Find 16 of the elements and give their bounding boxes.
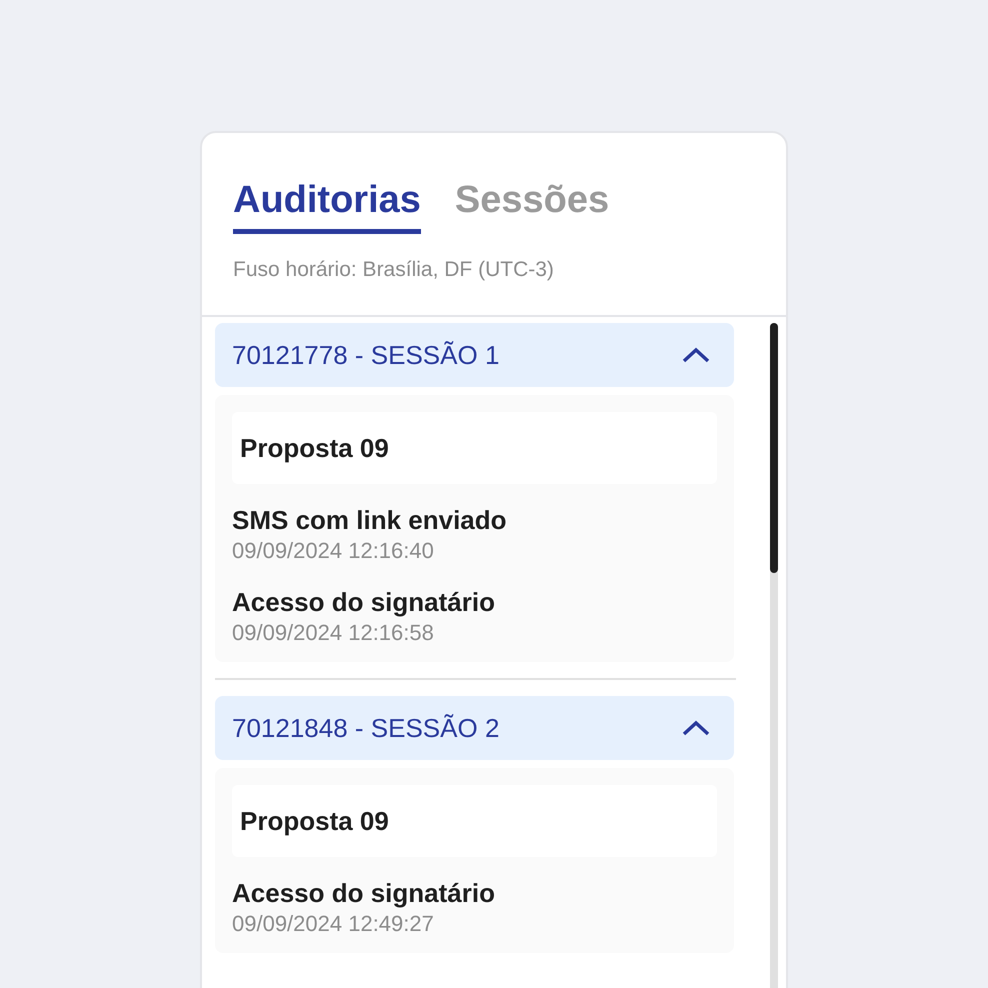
session-header[interactable]: 70121778 - SESSÃO 1 — [215, 323, 734, 388]
tab[interactable]: Auditorias — [233, 179, 421, 234]
event-time: 09/09/2024 12:16:40 — [232, 537, 435, 566]
session-header[interactable]: 70121848 - SESSÃO 2 — [215, 696, 734, 760]
scrollbar-thumb[interactable] — [770, 323, 778, 574]
event-title: Acesso do signatário — [232, 586, 496, 618]
scrollbar-track[interactable] — [770, 323, 778, 988]
chevron-up-icon — [682, 347, 710, 364]
proposal-title: Proposta 09 — [240, 804, 389, 838]
event-title: SMS com link enviado — [232, 504, 508, 536]
event-time: 09/09/2024 12:49:27 — [232, 910, 435, 938]
event-time: 09/09/2024 12:16:58 — [232, 619, 435, 648]
timezone-text: Fuso horário: Brasília, DF (UTC-3) — [232, 256, 555, 283]
chevron-up-icon — [682, 720, 710, 736]
event-title: Acesso do signatário — [232, 877, 496, 910]
proposal-title: Proposta 09 — [240, 432, 389, 465]
